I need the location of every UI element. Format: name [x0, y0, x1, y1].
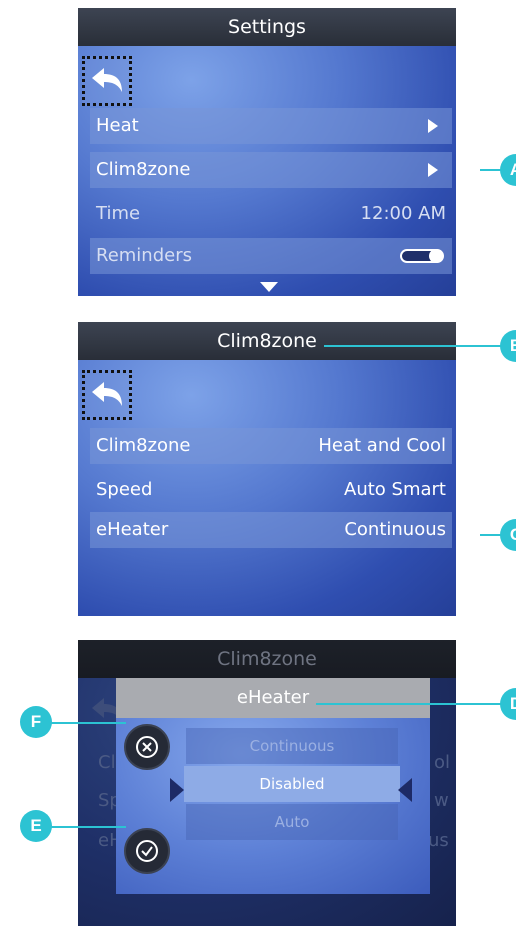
row-value: Continuous	[344, 519, 446, 540]
callout-badge-d: D	[500, 688, 516, 720]
clim8zone-row-speed[interactable]: Speed Auto Smart	[90, 472, 452, 508]
row-value: 12:00 AM	[360, 203, 446, 224]
option-picker[interactable]: Continuous Disabled Auto	[184, 720, 400, 860]
arrow-right-icon	[428, 163, 438, 177]
back-arrow-icon	[92, 382, 122, 406]
ghost-label: w	[434, 790, 449, 811]
arrow-right-icon	[428, 119, 438, 133]
callout-badge-b: B	[500, 330, 516, 362]
row-value: Heat and Cool	[318, 435, 446, 456]
callout-line-f	[46, 722, 126, 724]
dialog-title: eHeater	[116, 678, 430, 718]
ghost-label: ol	[434, 752, 451, 773]
close-icon	[136, 736, 158, 758]
screen-title: Clim8zone	[78, 322, 456, 360]
clim8zone-screen: Clim8zone Clim8zone Heat and Cool Speed …	[78, 322, 456, 616]
row-label: Clim8zone	[96, 159, 191, 180]
option-continuous[interactable]: Continuous	[186, 728, 398, 764]
checkmark-icon	[136, 840, 158, 862]
ghost-label: Cl	[98, 752, 116, 773]
reminders-toggle[interactable]	[400, 249, 444, 263]
row-label: eHeater	[96, 519, 169, 540]
back-button[interactable]	[82, 370, 132, 420]
settings-screen: Settings Heat Clim8zone Time 12:00 AM Re…	[78, 8, 456, 296]
row-label: Speed	[96, 479, 153, 500]
cancel-button[interactable]	[124, 724, 170, 770]
callout-badge-a: A	[500, 154, 516, 186]
scroll-down-icon[interactable]	[260, 282, 278, 292]
back-arrow-icon	[92, 68, 122, 92]
back-button[interactable]	[82, 56, 132, 106]
screen-title: Clim8zone	[78, 640, 456, 678]
row-value: Auto Smart	[344, 479, 446, 500]
option-auto[interactable]: Auto	[186, 804, 398, 840]
eheater-dialog-screen: Clim8zone Cl Sp eH ol w us eHeater Conti…	[78, 640, 456, 926]
callout-line-b	[324, 345, 504, 347]
eheater-dialog: eHeater Continuous Disabled Auto	[116, 678, 430, 894]
confirm-button[interactable]	[124, 828, 170, 874]
callout-badge-f: F	[20, 706, 52, 738]
clim8zone-row-eheater[interactable]: eHeater Continuous	[90, 512, 452, 548]
settings-row-clim8zone[interactable]: Clim8zone	[90, 152, 452, 188]
selector-right-arrow-icon	[398, 778, 412, 802]
screen-title: Settings	[78, 8, 456, 46]
row-label: Clim8zone	[96, 435, 191, 456]
settings-row-reminders[interactable]: Reminders	[90, 238, 452, 274]
row-label: Heat	[96, 115, 139, 136]
callout-badge-c: C	[500, 519, 516, 551]
option-disabled[interactable]: Disabled	[184, 766, 400, 802]
ghost-label: us	[428, 830, 449, 851]
row-label: Time	[96, 203, 141, 224]
callout-badge-e: E	[20, 810, 52, 842]
settings-row-heat[interactable]: Heat	[90, 108, 452, 144]
selector-left-arrow-icon	[170, 778, 184, 802]
callout-line-d	[316, 703, 504, 705]
settings-row-time[interactable]: Time 12:00 AM	[90, 196, 452, 232]
clim8zone-row-mode[interactable]: Clim8zone Heat and Cool	[90, 428, 452, 464]
callout-line-e	[46, 826, 126, 828]
row-label: Reminders	[96, 245, 192, 266]
toggle-knob	[429, 249, 443, 263]
